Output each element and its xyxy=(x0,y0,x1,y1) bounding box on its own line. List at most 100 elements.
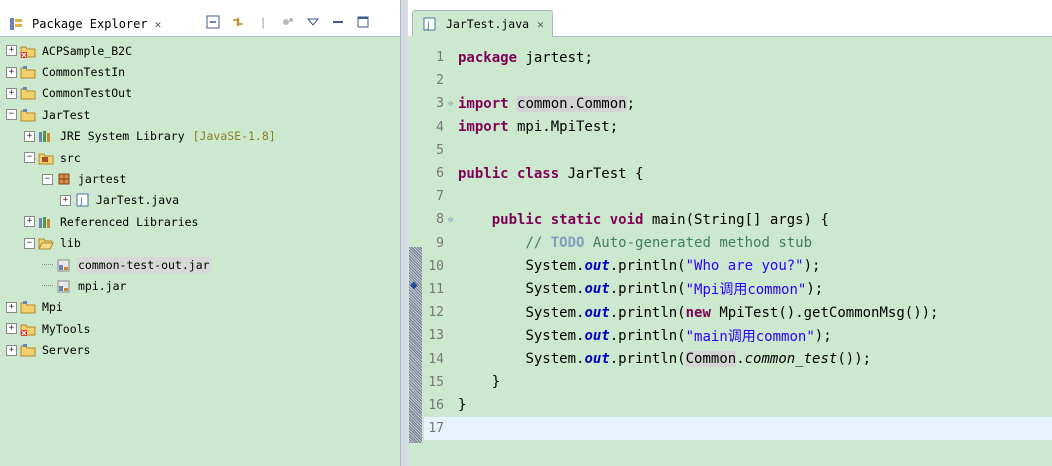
expand-icon[interactable]: + xyxy=(24,216,35,228)
tree-item-commontestout[interactable]: + CommonTestOut xyxy=(0,83,400,104)
tree-item-jartest[interactable]: − JarTest xyxy=(0,104,400,125)
collapse-all-icon[interactable] xyxy=(205,14,221,30)
code-line: 15 } xyxy=(424,371,1052,394)
view-toolbar: | xyxy=(205,14,371,30)
minimize-icon[interactable] xyxy=(330,14,346,30)
tree-item-label: Mpi xyxy=(42,300,63,315)
tree-item-label: Servers xyxy=(42,343,91,358)
tree-connector xyxy=(42,264,53,266)
jre-version-decoration: [JavaSE-1.8] xyxy=(192,129,276,144)
line-number: 6 xyxy=(436,166,444,182)
jar-icon xyxy=(56,279,72,293)
tree-item-label: JarTest.java xyxy=(96,193,180,208)
code-line: 12 System. out .println(new MpiTest().getC… xyxy=(424,301,1052,324)
project-folder-icon xyxy=(20,108,36,122)
line-number: 8 ⊖ xyxy=(436,212,453,228)
code-area[interactable]: 1 package jartest; 2 3 ⊖ import common.Comm… xyxy=(424,46,1052,441)
collapse-icon[interactable]: − xyxy=(6,109,17,121)
code-line: 4 import mpi.MpiTest; xyxy=(424,116,1052,139)
tree-item-mytools[interactable]: + MyTools xyxy=(0,318,400,339)
tab-package-explorer[interactable]: Package Explorer ✕ xyxy=(8,14,161,34)
library-icon xyxy=(38,129,54,143)
tree-item-acpsample[interactable]: + ACPSample_B2C xyxy=(0,40,400,61)
comment: // xyxy=(525,235,551,252)
view-menu-icon[interactable] xyxy=(305,14,321,30)
tree-item-mpi[interactable]: + Mpi xyxy=(0,297,400,318)
line-number: 1 xyxy=(436,50,444,66)
maximize-icon[interactable] xyxy=(355,14,371,30)
string-literal: "Who are you?" xyxy=(685,258,804,275)
collapse-icon[interactable]: − xyxy=(24,152,35,164)
tree-item-label: jartest xyxy=(78,172,127,187)
fold-icon[interactable]: ⊖ xyxy=(448,99,453,108)
expand-icon[interactable]: + xyxy=(6,344,17,356)
focus-icon[interactable] xyxy=(280,14,296,30)
expand-icon[interactable]: + xyxy=(60,194,71,206)
code-text: mpi.MpiTest; xyxy=(508,119,619,136)
overview-ruler: ◆ xyxy=(408,36,424,466)
close-icon[interactable]: ✕ xyxy=(155,18,162,31)
line-number: 16 xyxy=(428,397,444,413)
code-line: 5 xyxy=(424,139,1052,162)
fold-icon[interactable]: ⊖ xyxy=(448,215,453,224)
current-line: 17 xyxy=(424,417,1052,441)
string-literal: "Mpi调用common" xyxy=(685,282,807,299)
code-text: JarTest { xyxy=(559,165,644,182)
line-number: 17 xyxy=(428,421,444,437)
expand-icon[interactable]: + xyxy=(6,301,17,313)
collapse-icon[interactable]: − xyxy=(42,173,53,185)
line-number: 15 xyxy=(428,374,444,390)
tree-connector xyxy=(42,285,53,287)
expand-icon[interactable]: + xyxy=(6,323,17,335)
todo-tag: TODO xyxy=(550,235,585,252)
tree-item-lib[interactable]: − lib xyxy=(0,233,400,254)
line-number: 13 xyxy=(428,328,444,344)
code-line: 8 ⊖ public static void main(String[] args… xyxy=(424,208,1052,231)
tree-item-jartest-java[interactable]: + J JarTest.java xyxy=(0,190,400,211)
tree-item-commontestin[interactable]: + CommonTestIn xyxy=(0,61,400,82)
close-icon[interactable]: ✕ xyxy=(537,18,544,31)
line-number: 4 xyxy=(436,119,444,135)
link-with-editor-icon[interactable] xyxy=(230,14,246,30)
code-line: 10 System. out .println("Who are you?"); xyxy=(424,255,1052,278)
keyword: import xyxy=(458,95,509,112)
tree-item-reflibs[interactable]: + Referenced Libraries xyxy=(0,211,400,232)
package-icon xyxy=(56,172,72,186)
toolbar-separator: | xyxy=(261,15,265,29)
keyword: package xyxy=(458,49,518,66)
collapse-icon[interactable]: − xyxy=(24,237,35,249)
code-line: 13 System. out .println("main调用common"); xyxy=(424,324,1052,347)
open-folder-icon xyxy=(38,236,54,250)
project-error-icon xyxy=(20,44,36,58)
expand-icon[interactable]: + xyxy=(6,66,17,78)
editor-tabbar: J JarTest.java ✕ xyxy=(408,0,1052,37)
code-text: jartest; xyxy=(517,49,593,66)
expand-icon[interactable]: + xyxy=(6,45,17,57)
tab-jartest-java[interactable]: J JarTest.java ✕ xyxy=(412,10,553,37)
tree-item-label: common-test-out.jar xyxy=(76,256,212,273)
expand-icon[interactable]: + xyxy=(6,87,17,99)
project-folder-icon xyxy=(20,343,36,357)
code-text: main(String[] args) { xyxy=(643,211,829,228)
tree-item-jre[interactable]: + JRE System Library [JavaSE-1.8] xyxy=(0,126,400,147)
code-line: 11 System. out .println("Mpi调用common"); xyxy=(424,278,1052,301)
project-tree: + ACPSample_B2C + CommonTestIn + CommonTestOu… xyxy=(0,36,400,466)
tree-item-mpi-jar[interactable]: mpi.jar xyxy=(0,275,400,296)
tree-item-pkg-jartest[interactable]: − jartest xyxy=(0,168,400,189)
jar-icon xyxy=(56,258,72,272)
line-number: 9 xyxy=(436,235,444,251)
tree-item-servers[interactable]: + Servers xyxy=(0,339,400,360)
keyword: public static void xyxy=(491,211,644,228)
line-number: 10 xyxy=(428,258,444,274)
tree-item-common-test-out-jar[interactable]: common-test-out.jar xyxy=(0,254,400,275)
expand-icon[interactable]: + xyxy=(24,130,35,142)
java-file-icon: J xyxy=(74,193,90,207)
code-line: 1 package jartest; xyxy=(424,46,1052,69)
project-folder-icon xyxy=(20,65,36,79)
tree-item-src[interactable]: − src xyxy=(0,147,400,168)
tree-item-label: CommonTestIn xyxy=(42,65,126,80)
package-explorer-view: Package Explorer ✕ | + ACPSample_B2C + C… xyxy=(0,0,401,466)
quick-fix-icon[interactable]: ◆ xyxy=(410,280,418,291)
tree-item-label: src xyxy=(60,150,81,165)
code-line: 2 xyxy=(424,69,1052,92)
